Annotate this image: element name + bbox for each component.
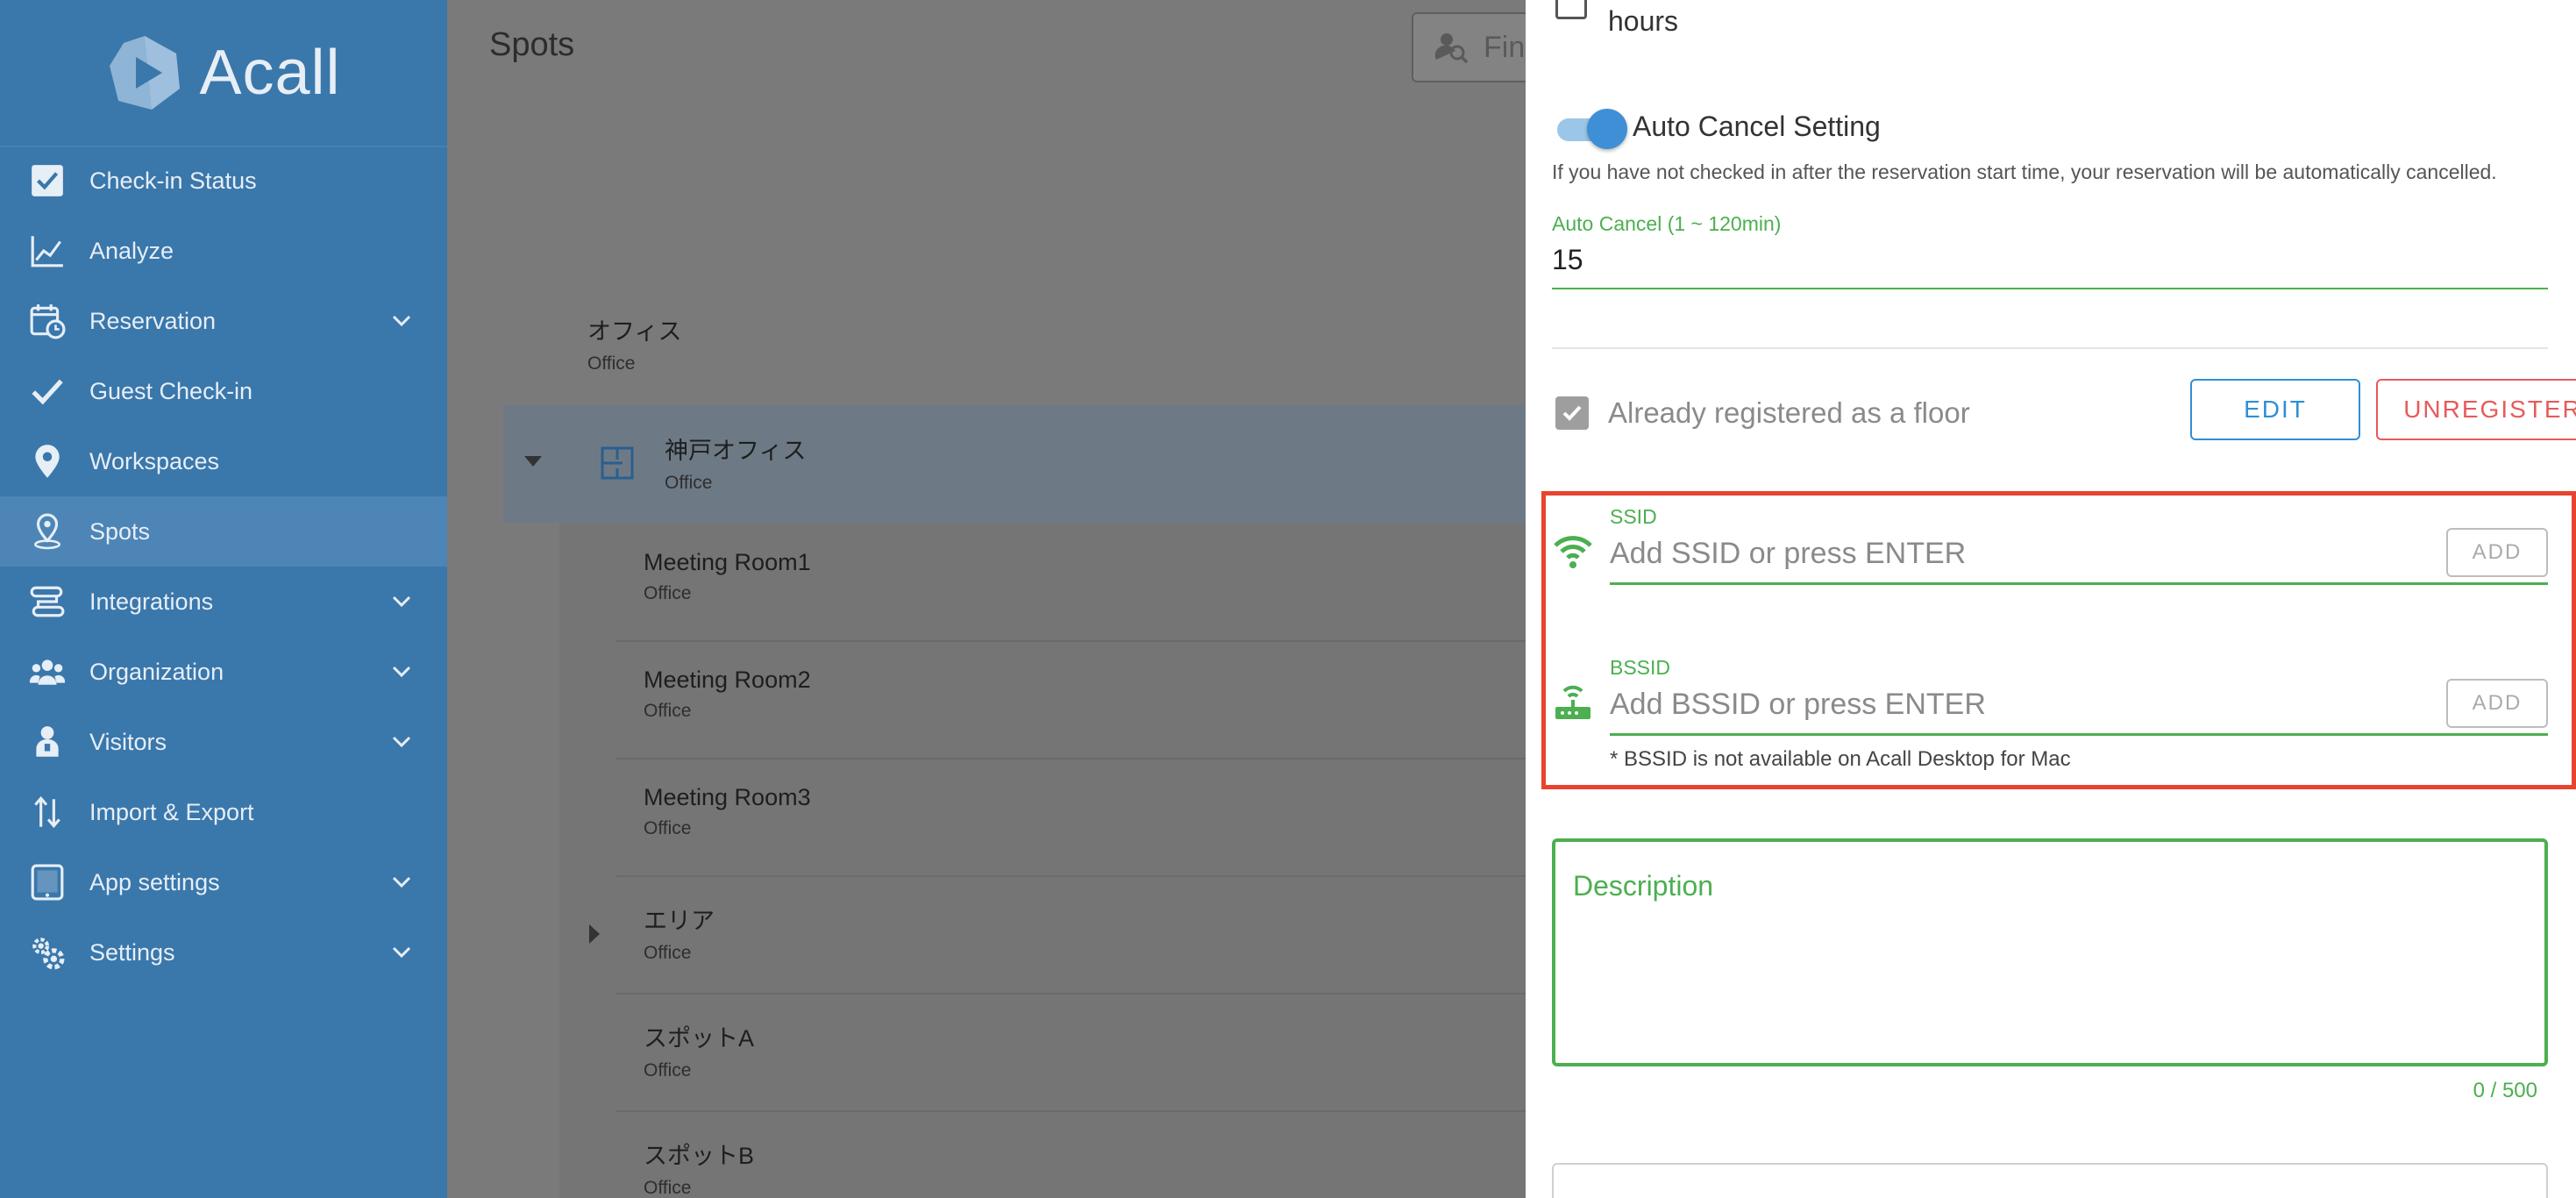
floor-checkbox[interactable] [1555, 396, 1589, 430]
ssid-label: SSID [1610, 505, 1657, 528]
floor-registered-label: Already registered as a floor [1608, 396, 1970, 429]
next-section-box[interactable] [1552, 1163, 2548, 1198]
acall-logo-icon [106, 34, 183, 111]
bssid-add-button[interactable]: ADD [2446, 679, 2548, 728]
unregister-button[interactable]: UNREGISTER [2376, 379, 2576, 440]
sidebar-item-import-export[interactable]: Import & Export [0, 777, 447, 847]
page-title: Spots [489, 26, 575, 63]
sidebar-item-spots[interactable]: Spots [0, 496, 447, 567]
spot-settings-panel: hours Auto Cancel Setting If you have no… [1526, 0, 2576, 1198]
people-icon [28, 652, 67, 691]
sidebar-item-label: Analyze [89, 237, 174, 264]
sidebar-item-label: Visitors [89, 728, 167, 755]
auto-cancel-description: If you have not checked in after the res… [1552, 160, 2497, 183]
divider [616, 758, 1526, 759]
caret-down-icon [524, 456, 542, 467]
sidebar-item-integrations[interactable]: Integrations [0, 567, 447, 637]
user-search-icon [1434, 33, 1469, 64]
wifi-highlight-box [1541, 491, 2576, 789]
router-icon [1555, 685, 1590, 719]
tree-item-title: 神戸オフィス [665, 438, 807, 464]
sidebar-item-guest-check-in[interactable]: Guest Check-in [0, 356, 447, 426]
tree-item-selected[interactable]: 神戸オフィス Office [503, 405, 1526, 523]
app-logo[interactable]: Acall [0, 0, 447, 146]
bssid-label: BSSID [1610, 656, 1671, 679]
chevron-down-icon [392, 666, 411, 678]
input-underline [1610, 733, 2548, 736]
chevron-down-icon [392, 876, 411, 888]
gears-icon [28, 933, 67, 972]
floor-plan-icon [601, 446, 634, 480]
check-icon [1562, 405, 1582, 421]
input-underline [1552, 288, 2548, 289]
sidebar-item-label: Spots [89, 517, 151, 545]
checkbox-icon [28, 161, 67, 200]
chevron-down-icon [392, 595, 411, 608]
bssid-input[interactable]: Add BSSID or press ENTER [1610, 688, 1986, 722]
sidebar-item-reservation[interactable]: Reservation [0, 286, 447, 356]
app-name: Acall [199, 38, 341, 108]
chevron-down-icon [392, 315, 411, 327]
chevron-down-icon [392, 736, 411, 748]
sidebar-item-organization[interactable]: Organization [0, 637, 447, 707]
sidebar-item-label: App settings [89, 868, 220, 895]
character-counter: 0 / 500 [2473, 1079, 2537, 1102]
caret-right-icon[interactable] [589, 924, 600, 944]
divider [616, 875, 1526, 877]
sidebar-item-label: Workspaces [89, 447, 220, 474]
sidebar-item-settings[interactable]: Settings [0, 917, 447, 988]
tree-item-subtitle: Office [665, 473, 713, 493]
sidebar-item-label: Reservation [89, 307, 217, 334]
divider [616, 640, 1526, 642]
visitor-icon [28, 723, 67, 761]
tree-item-title: オフィス [587, 318, 682, 345]
integrations-icon [28, 582, 67, 621]
input-underline [1610, 582, 2548, 585]
sidebar-item-label: Import & Export [89, 798, 254, 825]
main-content: Spots Fin オフィス Office 神戸オフィス Office Meet… [447, 0, 1587, 1198]
sidebar-item-label: Integrations [89, 588, 214, 615]
hours-checkbox[interactable] [1555, 0, 1587, 19]
toggle-knob [1587, 109, 1627, 149]
tree-item[interactable]: オフィス Office [587, 312, 1666, 374]
description-textarea[interactable]: Description [1552, 838, 2548, 1066]
edit-button[interactable]: EDIT [2190, 379, 2360, 440]
check-icon [28, 372, 67, 410]
import-export-icon [28, 793, 67, 831]
calendar-clock-icon [28, 302, 67, 340]
divider [616, 993, 1526, 995]
sidebar-item-analyze[interactable]: Analyze [0, 216, 447, 286]
ssid-input[interactable]: Add SSID or press ENTER [1610, 537, 1966, 571]
sidebar-nav: Check-in Status Analyze Reservation Gues… [0, 146, 447, 988]
chart-line-icon [28, 232, 67, 270]
sidebar-item-check-in-status[interactable]: Check-in Status [0, 146, 447, 216]
wifi-icon [1554, 536, 1592, 568]
auto-cancel-input[interactable]: 15 [1552, 244, 1583, 276]
description-label: Description [1573, 870, 1714, 902]
auto-cancel-field-label: Auto Cancel (1 ~ 120min) [1552, 212, 1782, 235]
sidebar-item-label: Guest Check-in [89, 377, 253, 404]
auto-cancel-label: Auto Cancel Setting [1633, 111, 1881, 142]
sidebar-item-visitors[interactable]: Visitors [0, 707, 447, 777]
divider [616, 1110, 1526, 1112]
sidebar-item-label: Organization [89, 658, 224, 685]
tree-children-bg [559, 523, 1526, 1198]
divider [1552, 347, 2548, 349]
sidebar-item-workspaces[interactable]: Workspaces [0, 426, 447, 496]
search-placeholder: Fin [1484, 30, 1526, 64]
map-pin-icon [28, 442, 67, 481]
sidebar-item-label: Check-in Status [89, 167, 257, 194]
hours-label: hours [1608, 5, 1679, 37]
sidebar: Acall Check-in Status Analyze Reservatio… [0, 0, 447, 1198]
ssid-add-button[interactable]: ADD [2446, 528, 2548, 577]
sidebar-item-app-settings[interactable]: App settings [0, 847, 447, 917]
bssid-note: * BSSID is not available on Acall Deskto… [1610, 747, 2071, 771]
auto-cancel-toggle[interactable] [1554, 109, 1627, 149]
spot-pin-icon [28, 512, 67, 551]
chevron-down-icon [392, 946, 411, 959]
tablet-icon [28, 863, 67, 902]
sidebar-item-label: Settings [89, 938, 175, 966]
tree-item-subtitle: Office [587, 353, 636, 374]
